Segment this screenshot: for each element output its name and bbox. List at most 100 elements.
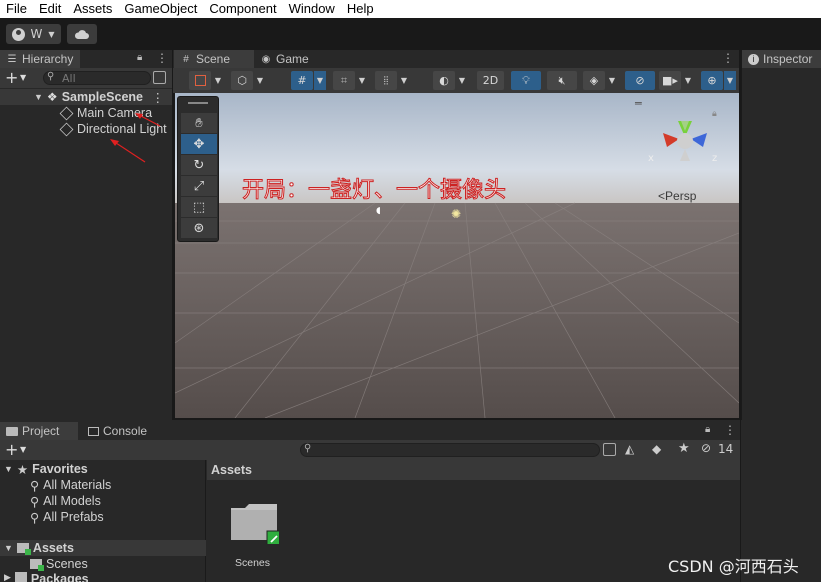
packages-row[interactable]: ▶ Packages (4, 572, 89, 582)
tab-hierarchy[interactable]: ☰ Hierarchy (0, 50, 80, 68)
more-menu-icon[interactable]: ⋮ (724, 423, 736, 437)
hierarchy-scene-row[interactable]: ▼ ❖ SampleScene ⋮ (0, 89, 172, 105)
assets-child-item[interactable]: Scenes (30, 556, 88, 572)
scene-more-icon[interactable]: ⋮ (152, 90, 165, 105)
gizmo-globe-icon: ⊕ (707, 74, 717, 87)
increment-snap-button[interactable]: ⌗ (333, 71, 355, 90)
chevron-down-icon[interactable]: ▼ (456, 71, 468, 90)
hidden-packages-count: 14 (718, 442, 734, 456)
shading-mode-button[interactable]: ⬡ (231, 71, 253, 90)
grid-icon: # (297, 74, 307, 87)
rotate-tool-button[interactable]: ↻ (181, 155, 217, 175)
rect-icon: ⬚ (192, 199, 206, 215)
sphere-icon: ◐ (439, 74, 449, 87)
menu-file[interactable]: File (0, 0, 33, 18)
ruler-button[interactable]: ⦙⦙ (375, 71, 397, 90)
chevron-down-icon[interactable]: ▼ (398, 71, 410, 90)
gizmos-button[interactable]: ⊕ (701, 71, 723, 90)
asset-folder-tile[interactable]: Scenes (225, 500, 283, 570)
persp-label-container[interactable]: <Persp (658, 189, 696, 203)
chevron-down-icon[interactable]: ▼ (212, 71, 224, 90)
expand-arrow-icon[interactable]: ▼ (4, 464, 13, 474)
transform-tool-button[interactable]: ⊛ (181, 218, 217, 238)
menu-window[interactable]: Window (283, 0, 341, 18)
add-icon[interactable]: + (5, 440, 18, 459)
ruler-icon: ⦙⦙ (383, 73, 389, 87)
lock-icon[interactable]: 🔒︎ (705, 424, 710, 435)
lock-icon[interactable]: 🔒︎ (712, 109, 717, 119)
tab-game[interactable]: ◉ Game (254, 50, 324, 68)
filter-type-icon[interactable]: ◭ (625, 442, 634, 456)
favorites-row[interactable]: ▼ ★ Favorites (4, 461, 204, 477)
favorites-item[interactable]: ⚲ All Models (30, 493, 101, 509)
eye-hidden-icon: ⊘ (635, 74, 645, 87)
mode-2d-label: 2D (482, 74, 499, 87)
tab-inspector[interactable]: i Inspector (742, 50, 821, 68)
rect-tool-button[interactable]: ⬚ (181, 197, 217, 217)
chevron-down-icon[interactable]: ▼ (314, 71, 326, 90)
menu-component[interactable]: Component (203, 0, 282, 18)
assets-row[interactable]: ▼ Assets (0, 540, 206, 556)
draw-mode-button[interactable] (189, 71, 211, 90)
camera-icon: ■▸ (662, 74, 678, 87)
audio-toggle-button[interactable]: 🔇︎ (547, 71, 577, 90)
account-button[interactable]: W ▼ (6, 24, 61, 44)
more-menu-icon[interactable]: ⋮ (722, 51, 734, 65)
favorites-item[interactable]: ⚲ All Materials (30, 477, 111, 493)
scene-tab-label: Scene (196, 52, 231, 66)
breadcrumb-assets[interactable]: Assets (211, 463, 252, 477)
tab-scene[interactable]: # Scene (174, 50, 254, 68)
expand-arrow-icon[interactable]: ▼ (4, 543, 13, 553)
camera-gizmo-icon[interactable]: ◖ (376, 206, 381, 216)
chevron-down-icon[interactable]: ▼ (356, 71, 368, 90)
render-mode-button[interactable]: ◐ (433, 71, 455, 90)
label-tag-icon[interactable]: ◆ (652, 442, 661, 456)
menu-assets[interactable]: Assets (67, 0, 118, 18)
drag-handle-icon[interactable] (188, 102, 208, 104)
effects-button[interactable]: ◈ (583, 71, 605, 90)
axis-z-label: z (712, 153, 718, 164)
rotate-icon: ↻ (193, 157, 205, 173)
folder-icon (6, 426, 18, 436)
chevron-down-icon[interactable]: ▼ (20, 73, 26, 82)
chevron-down-icon[interactable]: ▼ (606, 71, 618, 90)
menu-lines-icon[interactable]: ═ (635, 97, 642, 110)
hierarchy-search-input[interactable]: ⚲ All (43, 71, 151, 85)
cloud-button[interactable] (67, 24, 97, 44)
mode-2d-button[interactable]: 2D (477, 71, 504, 90)
menu-gameobject[interactable]: GameObject (118, 0, 203, 18)
menu-help[interactable]: Help (341, 0, 380, 18)
project-search-input[interactable]: ⚲ (300, 443, 600, 457)
hand-tool-button[interactable]: ✋︎ (181, 113, 217, 133)
move-tool-button[interactable]: ✥ (181, 134, 217, 154)
chevron-down-icon[interactable]: ▼ (254, 71, 266, 90)
chevron-down-icon[interactable]: ▼ (724, 71, 736, 90)
search-type-icon[interactable] (603, 443, 616, 456)
tab-project[interactable]: Project (0, 422, 78, 440)
lighting-toggle-button[interactable]: 💡︎ (511, 71, 541, 90)
favorites-item[interactable]: ⚲ All Prefabs (30, 509, 104, 525)
expand-arrow-icon[interactable]: ▶ (4, 572, 11, 582)
favorites-item-label: All Models (43, 494, 101, 508)
grid-snap-button[interactable]: # (291, 71, 313, 90)
scene-view[interactable]: ◖ ✺ x z 🔒︎ ═ <Persp (175, 93, 739, 418)
light-gizmo-icon[interactable]: ✺ (451, 207, 461, 221)
camera-button[interactable]: ■▸ (659, 71, 681, 90)
menu-edit[interactable]: Edit (33, 0, 67, 18)
chevron-down-icon[interactable]: ▼ (20, 445, 26, 454)
expand-arrow-icon[interactable]: ▼ (34, 92, 43, 102)
watermark-text: CSDN @河西石头 (668, 557, 799, 576)
inspector-tab-label: Inspector (763, 52, 813, 66)
lock-icon[interactable]: 🔒︎ (137, 52, 142, 63)
hidden-packages-icon[interactable]: ⊘ (701, 441, 711, 455)
scale-tool-button[interactable]: ⤢ (181, 176, 217, 196)
scene-visibility-button[interactable]: ⊘ (625, 71, 655, 90)
search-type-icon[interactable] (153, 71, 166, 84)
light-bulb-icon: 💡︎ (522, 73, 530, 87)
scene-name: SampleScene (61, 90, 143, 104)
favorite-star-icon[interactable]: ★ (678, 441, 690, 456)
tab-console[interactable]: Console (82, 422, 162, 440)
chevron-down-icon[interactable]: ▼ (682, 71, 694, 90)
more-menu-icon[interactable]: ⋮ (156, 51, 168, 65)
add-icon[interactable]: + (5, 68, 18, 87)
